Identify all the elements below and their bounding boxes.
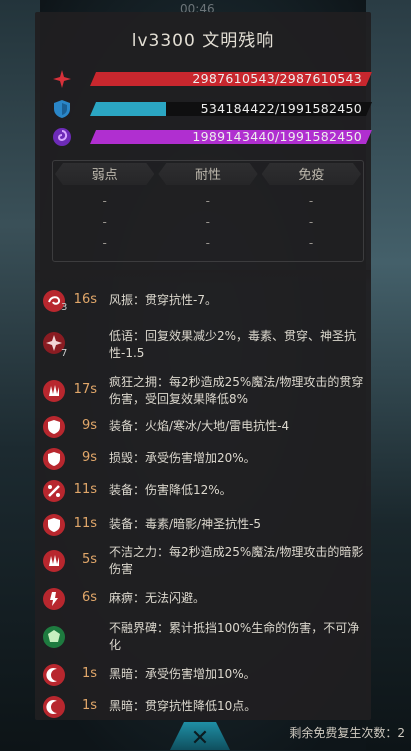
effect-description: 不融界碑：累计抵挡100%生命的伤害，不可净化: [109, 621, 360, 652]
resistance-cell: -: [205, 236, 210, 250]
effect-list[interactable]: 3 16s 风振：贯穿抗性-7。 7 低语：回复效果减少2%，毒素、贯穿、神圣抗…: [35, 270, 371, 720]
stack-count: 7: [61, 348, 68, 359]
immunity-cell: -: [308, 194, 314, 208]
effect-description: 疯狂之拥：每2秒造成25%魔法/物理攻击的贯穿伤害，受回复效果降低8%: [109, 375, 364, 406]
effect-duration: 6s: [81, 590, 97, 605]
effect-duration: 9s: [81, 418, 97, 433]
list-top-fade: [35, 270, 371, 286]
energy-bar-row: 1989143440/1991582450: [52, 127, 362, 147]
weakness-header: 弱点: [55, 163, 154, 185]
effect-description: 不洁之力：每2秒造成25%魔法/物理攻击的暗影伤害: [109, 545, 364, 576]
immunity-column: - - -: [259, 191, 362, 254]
effect-duration: 11s: [73, 482, 97, 497]
health-cross-icon: [52, 69, 72, 89]
background-left: [0, 0, 40, 750]
close-icon: ✕: [190, 726, 210, 751]
effect-duration: 9s: [81, 450, 97, 465]
resistance-cell: -: [205, 194, 210, 208]
resistance-column: - - -: [156, 191, 259, 254]
dark-crescent-icon: [43, 664, 65, 686]
effect-description: 装备：伤害降低12%。: [109, 483, 232, 497]
effect-description: 损毁：承受伤害增加20%。: [109, 451, 256, 465]
weakness-cell: -: [102, 194, 107, 208]
spiral-energy-icon: [52, 127, 72, 147]
immunity-cell: -: [308, 236, 314, 250]
effect-description: 低语：回复效果减少2%，毒素、贯穿、神圣抗性-1.5: [109, 329, 357, 360]
energy-bar: 1989143440/1991582450: [90, 130, 372, 144]
background-right: [366, 0, 411, 750]
weakness-cell: -: [102, 236, 107, 250]
health-bar-row: 2987610543/2987610543: [52, 69, 362, 89]
resistance-header: 弱点 耐性 免疫: [53, 161, 363, 187]
shield-icon: [43, 514, 65, 536]
status-panel: lv3300 文明残响 2987610543/2987610543 534184…: [35, 12, 371, 720]
health-bar: 2987610543/2987610543: [90, 72, 372, 86]
effect-description: 装备：毒素/暗影/神圣抗性-5: [109, 517, 262, 531]
revive-count-text: 剩余免费复生次数：2: [289, 726, 405, 740]
shield-value: 534184422/1991582450: [200, 101, 362, 116]
shield-bar-fill: [90, 102, 166, 116]
health-value: 2987610543/2987610543: [192, 71, 362, 86]
effect-duration: 5s: [81, 552, 97, 567]
shield-bar-row: 534184422/1991582450: [52, 99, 362, 119]
boss-title: lv3300 文明残响: [131, 31, 275, 51]
effect-duration: 1s: [81, 698, 97, 713]
effect-description: 装备：火焰/寒冰/大地/雷电抗性-4: [109, 419, 290, 433]
effect-duration: 16s: [73, 292, 97, 307]
energy-value: 1989143440/1991582450: [192, 129, 362, 144]
shield-icon: [43, 416, 65, 438]
stack-count: 3: [61, 302, 68, 313]
dark-crescent-icon: [43, 696, 65, 718]
claw-flame-icon: [43, 550, 65, 572]
effect-description: 风振：贯穿抗性-7。: [109, 293, 217, 307]
weakness-column: - - -: [53, 191, 156, 254]
resistance-cell: -: [205, 215, 210, 229]
green-barrier-icon: [43, 626, 65, 648]
claw-flame-icon: [43, 380, 65, 402]
effect-duration: 17s: [73, 382, 97, 397]
paralysis-icon: [43, 588, 65, 610]
shield-icon: [52, 99, 72, 119]
effect-description: 黑暗：贯穿抗性降低10点。: [109, 699, 257, 713]
close-button[interactable]: ✕: [170, 722, 230, 750]
percent-down-icon: [43, 480, 65, 502]
resistance-header-label: 耐性: [158, 163, 257, 185]
effect-description: 黑暗：承受伤害增加10%。: [109, 667, 256, 681]
weakness-cell: -: [102, 215, 107, 229]
shield-icon: [43, 448, 65, 470]
effect-duration: 1s: [81, 666, 97, 681]
immunity-header: 免疫: [262, 163, 361, 185]
effect-description: 麻痹：无法闪避。: [109, 591, 206, 605]
resistance-table: 弱点 耐性 免疫 - - - - - - - - -: [52, 160, 364, 262]
immunity-cell: -: [308, 215, 314, 229]
effect-duration: 11s: [73, 516, 97, 531]
shield-bar: 534184422/1991582450: [90, 102, 372, 116]
